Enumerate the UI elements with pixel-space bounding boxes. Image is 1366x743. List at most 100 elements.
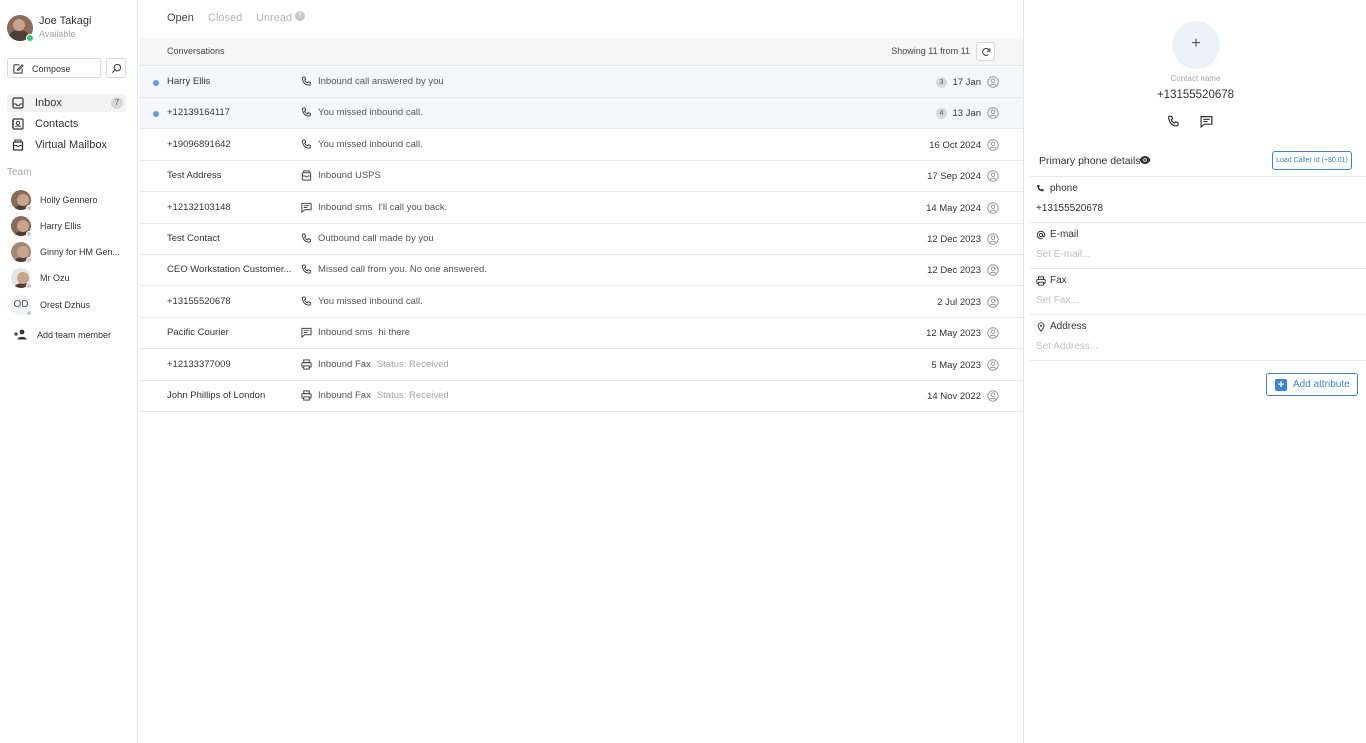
attribute-value[interactable]: Set E-mail... — [1036, 249, 1090, 260]
message-text: Inbound sms — [318, 201, 373, 213]
phone-icon — [301, 139, 312, 153]
attribute-value[interactable]: +13155520678 — [1036, 203, 1103, 214]
conversation-name: Pacific Courier — [167, 327, 229, 339]
table-row[interactable]: John Phillips of London Inbound Fax Status… — [139, 381, 1023, 412]
sidebar: Joe Takagi Available Compose Inbox 7 Con… — [0, 0, 138, 743]
refresh-button[interactable] — [976, 42, 995, 61]
attribute-address[interactable]: Address Set Address... — [1030, 315, 1366, 361]
assign-user-icon[interactable] — [987, 327, 999, 342]
assign-user-icon[interactable] — [987, 201, 999, 217]
conversation-date: 14 May 2024 — [926, 202, 981, 214]
table-row[interactable]: +13155520678 You missed inbound call. 2 Ju… — [139, 286, 1023, 318]
tab-unread[interactable]: Unread — [256, 12, 292, 24]
unread-count-badge: 7 — [295, 11, 305, 21]
table-row[interactable]: Pacific Courier Inbound sms hi there 12 May… — [139, 318, 1023, 350]
message-text: Outbound call made by you — [318, 233, 434, 244]
sidebar-item-inbox[interactable]: Inbox 7 — [7, 94, 126, 112]
conversation-message: You missed inbound call. — [318, 107, 423, 118]
call-button[interactable] — [1167, 115, 1180, 131]
assign-user-icon[interactable] — [987, 139, 999, 154]
assign-user-icon[interactable] — [987, 296, 999, 311]
table-row[interactable]: Test Contact Outbound call made by you 12 … — [139, 224, 1023, 255]
unread-dot — [153, 80, 159, 86]
table-row[interactable]: +12132103148 Inbound sms I'll call you bac… — [139, 192, 1023, 224]
search-button[interactable] — [106, 58, 126, 78]
message-text: You missed inbound call. — [318, 295, 423, 307]
team-member-harry[interactable]: Harry Ellis — [11, 216, 131, 238]
conversation-name: CEO Workstation Customer... — [167, 264, 292, 276]
team-section-title: Team — [7, 167, 32, 178]
team-member-mr-ozu[interactable]: Mr Ozu — [11, 268, 131, 290]
team-member-orest[interactable]: OD Orest Dzhus — [11, 295, 131, 317]
inbox-icon — [12, 97, 24, 109]
add-team-member-label: Add team member — [37, 330, 112, 340]
fax-icon — [301, 359, 312, 373]
at-icon — [1036, 230, 1046, 240]
attribute-value[interactable]: Set Fax... — [1036, 295, 1079, 306]
table-row[interactable]: CEO Workstation Customer... Missed call f… — [139, 255, 1023, 287]
conversation-name: Test Contact — [167, 233, 220, 244]
phone-icon — [301, 264, 312, 278]
conversation-message: Inbound sms I'll call you back. — [318, 202, 447, 213]
assign-user-icon[interactable] — [987, 76, 999, 91]
message-extra: I'll call you back. — [378, 201, 448, 213]
message-button[interactable] — [1200, 115, 1213, 131]
table-row[interactable]: +12133377009 Inbound Fax Status: Received 5… — [139, 349, 1023, 381]
compose-button[interactable]: Compose — [7, 58, 101, 78]
table-row[interactable]: Test Address Inbound USPS 17 Sep 2024 — [139, 161, 1023, 193]
team-member-ginny[interactable]: Ginny for HM Gen... — [11, 242, 131, 264]
sms-icon — [1200, 116, 1213, 129]
user-status: Available — [39, 29, 76, 39]
phone-icon — [1168, 115, 1179, 127]
load-caller-id-button[interactable]: Load Caller Id (+$0.01) — [1272, 151, 1352, 170]
team-member-name: Ginny for HM Gen... — [40, 247, 121, 257]
conversation-date: 2 Jul 2023 — [937, 296, 981, 308]
search-icon — [111, 63, 122, 74]
conversation-name: Harry Ellis — [167, 76, 211, 87]
conversations-header: Conversations Showing 11 from 11 — [139, 38, 1023, 66]
add-attribute-label: Add attribute — [1293, 379, 1350, 390]
table-row[interactable]: +19096891642 You missed inbound call. 16 O… — [139, 129, 1023, 161]
assign-user-icon[interactable] — [987, 264, 999, 279]
attribute-label: phone — [1050, 183, 1078, 194]
team-member-holly[interactable]: Holly Gennero — [11, 190, 131, 212]
message-count-badge: 4 — [936, 108, 947, 120]
eye-icon[interactable] — [1139, 155, 1151, 165]
sidebar-item-contacts[interactable]: Contacts — [7, 115, 126, 133]
conversation-name: +19096891642 — [167, 138, 231, 150]
attribute-fax[interactable]: Fax Set Fax... — [1030, 269, 1366, 315]
conversation-message: You missed inbound call. — [318, 139, 423, 150]
sidebar-item-label: Contacts — [35, 118, 79, 130]
add-contact-button[interactable]: + — [1172, 21, 1220, 69]
table-row[interactable]: +12139164117 You missed inbound call. 4 13 … — [139, 98, 1023, 130]
current-user[interactable]: Joe Takagi Available — [7, 13, 132, 43]
sms-icon — [301, 327, 312, 341]
conversation-message: Inbound Fax Status: Received — [318, 359, 449, 370]
message-text: Inbound Fax — [318, 358, 371, 370]
assign-user-icon[interactable] — [987, 107, 999, 122]
assign-user-icon[interactable] — [987, 390, 999, 405]
tab-open[interactable]: Open — [167, 12, 194, 24]
conversation-name: +12132103148 — [167, 201, 231, 213]
assign-user-icon[interactable] — [987, 358, 999, 374]
conversation-name: +12133377009 — [167, 358, 231, 370]
attribute-label: E-mail — [1050, 229, 1079, 240]
table-row[interactable]: Harry Ellis Inbound call answered by you 3… — [139, 67, 1023, 98]
assign-user-icon[interactable] — [987, 233, 999, 248]
tab-closed[interactable]: Closed — [208, 12, 242, 24]
conversation-date: 13 Jan — [952, 108, 981, 120]
attribute-label: Fax — [1050, 275, 1067, 286]
mailbox-icon — [12, 139, 24, 151]
attribute-value[interactable]: Set Address... — [1036, 341, 1098, 352]
attribute-email[interactable]: E-mail Set E-mail... — [1030, 223, 1366, 269]
sms-icon — [301, 202, 312, 216]
conversation-name: John Phillips of London — [167, 390, 266, 401]
conversation-date: 12 May 2023 — [926, 328, 981, 340]
sidebar-item-virtual-mailbox[interactable]: Virtual Mailbox — [7, 136, 126, 154]
conversation-date: 16 Oct 2024 — [929, 139, 981, 151]
attribute-phone[interactable]: phone +13155520678 — [1030, 177, 1366, 223]
add-user-icon — [14, 329, 27, 340]
phone-icon — [301, 76, 312, 90]
add-attribute-button[interactable]: + Add attribute — [1266, 373, 1358, 396]
assign-user-icon[interactable] — [987, 170, 999, 185]
